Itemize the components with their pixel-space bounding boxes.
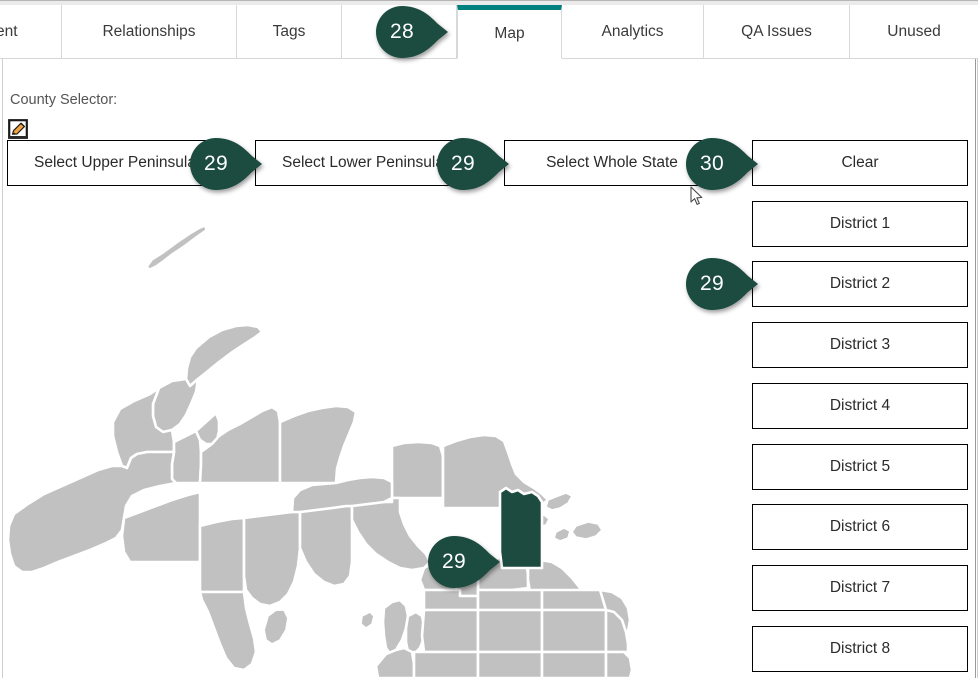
county-shape — [242, 510, 302, 608]
district-7-button[interactable]: District 7 — [752, 565, 968, 611]
district-6-button[interactable]: District 6 — [752, 504, 968, 550]
tab-tags[interactable]: Tags — [237, 5, 342, 59]
county-shape — [350, 496, 432, 572]
county-shape — [198, 590, 258, 672]
county-shape — [278, 404, 358, 485]
tab-label: Unused — [887, 23, 941, 40]
county-selector-label: County Selector: — [10, 92, 118, 108]
tab-qa-issues[interactable]: QA Issues — [704, 5, 850, 59]
select-whole-state-button[interactable]: Select Whole State — [504, 140, 720, 186]
clear-button[interactable]: Clear — [752, 140, 968, 186]
county-shape — [540, 650, 608, 678]
district-4-button[interactable]: District 4 — [752, 383, 968, 429]
county-shape — [540, 588, 608, 612]
tab-ent[interactable]: ent — [0, 5, 62, 59]
tab-analytics[interactable]: Analytics — [562, 5, 704, 59]
district-8-button[interactable]: District 8 — [752, 626, 968, 672]
tab-label: Relationships — [102, 23, 196, 40]
county-shape — [298, 504, 354, 588]
county-shape — [360, 611, 375, 629]
select-upper-peninsula-button[interactable]: Select Upper Peninsula — [7, 140, 223, 186]
tab-label: ent — [0, 23, 18, 40]
map-tab-page: ent Relationships Tags D Map Analytics QA Issu… — [0, 0, 978, 678]
michigan-county-map[interactable] — [0, 196, 700, 678]
district-1-button[interactable]: District 1 — [752, 201, 968, 247]
county-shape — [120, 490, 202, 564]
tab-unused[interactable]: Unused — [850, 5, 978, 59]
county-shape — [412, 650, 480, 678]
tab-relationships[interactable]: Relationships — [62, 5, 237, 59]
county-shape — [571, 521, 603, 540]
tab-label: D — [393, 23, 405, 40]
tab-label: QA Issues — [741, 23, 812, 40]
selected-county-shape — [498, 486, 544, 570]
county-shape — [381, 598, 410, 656]
edit-icon-underline — [8, 136, 28, 138]
county-shape — [184, 323, 264, 388]
tab-label: Map — [494, 25, 525, 42]
district-2-button[interactable]: District 2 — [752, 261, 968, 307]
county-shape — [198, 516, 246, 594]
county-shape — [545, 492, 573, 511]
county-shape — [476, 588, 544, 612]
county-shape — [476, 650, 544, 678]
content-right-border — [975, 59, 976, 678]
top-divider-line — [0, 0, 978, 1]
county-shape — [553, 527, 571, 542]
county-shape — [146, 225, 207, 270]
county-shape — [604, 650, 634, 678]
select-lower-peninsula-button[interactable]: Select Lower Peninsula — [255, 140, 471, 186]
tab-d[interactable]: D — [342, 5, 457, 59]
county-shape — [390, 440, 445, 500]
tab-map[interactable]: Map — [457, 5, 562, 59]
district-5-button[interactable]: District 5 — [752, 444, 968, 490]
county-shape — [420, 608, 480, 654]
county-shape — [263, 609, 289, 645]
county-shape — [374, 646, 416, 678]
district-3-button[interactable]: District 3 — [752, 322, 968, 368]
tab-label: Analytics — [601, 23, 664, 40]
county-shape — [170, 429, 203, 485]
tab-bar: ent Relationships Tags D Map Analytics QA Issu… — [0, 5, 978, 59]
county-shape — [540, 608, 608, 654]
county-shape — [476, 608, 544, 654]
tab-label: Tags — [272, 23, 306, 40]
